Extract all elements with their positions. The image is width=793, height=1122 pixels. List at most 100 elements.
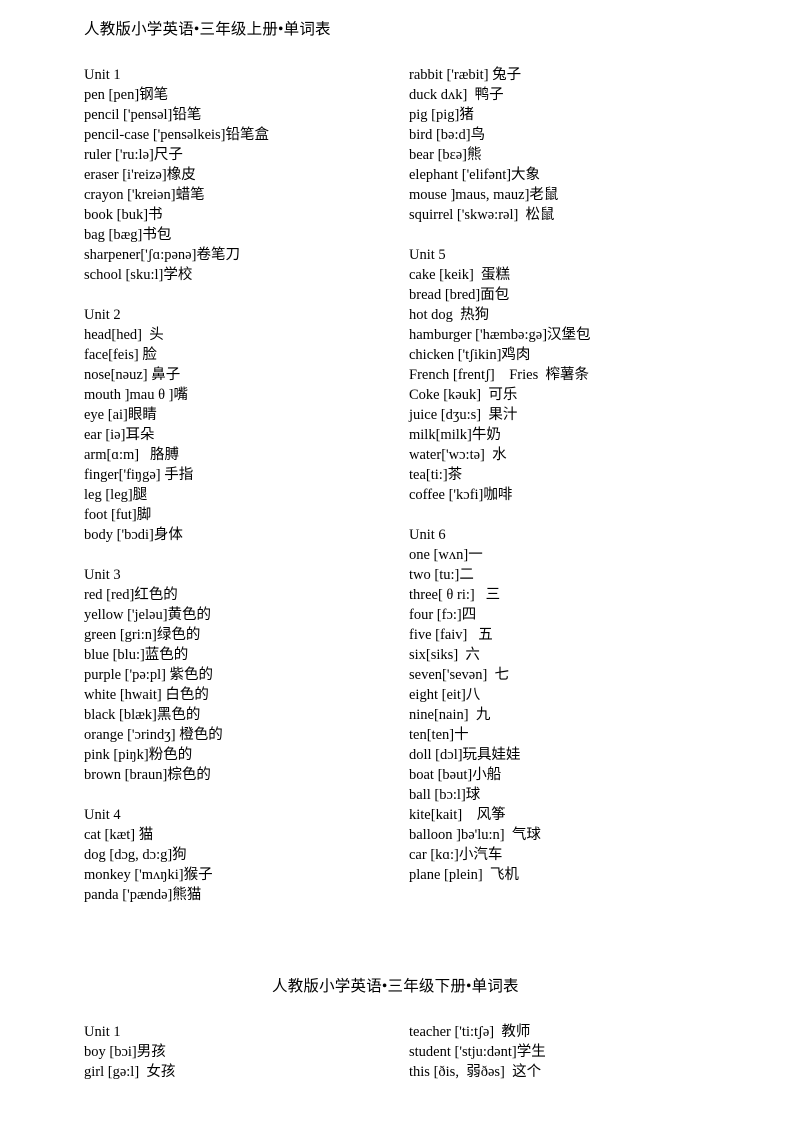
vocabulary-entry: finger['fiŋgə] 手指 — [84, 467, 194, 483]
vocabulary-entry: ball [bɔ:l]球 — [409, 787, 481, 803]
unit-separator — [84, 545, 414, 565]
vocabulary-entry: bread [bred]面包 — [409, 287, 510, 303]
vocabulary-entry: mouth ]mau θ ]嘴 — [84, 387, 188, 403]
vocabulary-entry: squirrel ['skwə:rəl] 松鼠 — [409, 207, 555, 223]
vocabulary-entry: white [hwait] 白色的 — [84, 687, 209, 703]
vocabulary-entry: bear [bɛə]熊 — [409, 147, 482, 163]
vocabulary-entry: elephant ['elifənt]大象 — [409, 167, 541, 183]
vocabulary-entry: pig [pig]猪 — [409, 107, 474, 123]
unit-heading: Unit 4 — [84, 807, 121, 823]
page-title-book-1: 人教版小学英语•三年级上册•单词表 — [84, 21, 331, 38]
vocabulary-entry: green [gri:n]绿色的 — [84, 627, 201, 643]
vocabulary-entry: sharpener['ʃɑ:pənə]卷笔刀 — [84, 247, 240, 263]
unit-heading: Unit 2 — [84, 307, 121, 323]
vocabulary-entry: French [frentʃ] Fries 榨薯条 — [409, 367, 589, 383]
unit-block: rabbit ['ræbit] 兔子 duck dʌk] 鸭子 pig [pig]猪… — [409, 65, 739, 225]
vocabulary-entry: three[ θ ri:] 三 — [409, 587, 501, 603]
vocabulary-entry: pencil-case ['pensəlkeis]铅笔盒 — [84, 127, 270, 143]
vocabulary-entry: hot dog 热狗 — [409, 307, 490, 323]
vocabulary-entry: dog [dɔg, dɔ:g]狗 — [84, 847, 187, 863]
vocabulary-entry: teacher ['ti:tʃə] 教师 — [409, 1024, 531, 1040]
vocabulary-entry: milk[milk]牛奶 — [409, 427, 501, 443]
vocabulary-entry: plane [plein] 飞机 — [409, 867, 519, 883]
vocabulary-entry: bird [bə:d]鸟 — [409, 127, 486, 143]
unit-heading: Unit 3 — [84, 567, 121, 583]
section-1-right-column: rabbit ['ræbit] 兔子 duck dʌk] 鸭子 pig [pig]猪… — [409, 65, 739, 885]
unit-separator — [84, 285, 414, 305]
unit-block: Unit 1 boy [bɔi]男孩 girl [gə:l] 女孩 — [84, 1022, 414, 1082]
vocabulary-entry: water['wɔ:tə] 水 — [409, 447, 507, 463]
vocabulary-entry: rabbit ['ræbit] 兔子 — [409, 67, 522, 83]
vocabulary-entry: this [ðis, 弱ðəs] 这个 — [409, 1064, 542, 1080]
vocabulary-entry: eye [ai]眼睛 — [84, 407, 157, 423]
vocabulary-entry: boy [bɔi]男孩 — [84, 1044, 166, 1060]
vocabulary-entry: balloon ]bə'lu:n] 气球 — [409, 827, 541, 843]
word-list-page: 人教版小学英语•三年级上册•单词表 Unit 1 pen [pen]钢笔 penci… — [0, 0, 793, 1122]
vocabulary-entry: chicken ['tʃikin]鸡肉 — [409, 347, 531, 363]
vocabulary-entry: doll [dɔl]玩具娃娃 — [409, 747, 521, 763]
vocabulary-entry: leg [leg]腿 — [84, 487, 148, 503]
vocabulary-entry: arm[ɑ:m] 胳膊 — [84, 447, 179, 463]
unit-separator — [409, 505, 739, 525]
vocabulary-entry: panda ['pændə]熊猫 — [84, 887, 202, 903]
vocabulary-entry: tea[ti:]茶 — [409, 467, 463, 483]
vocabulary-entry: pencil ['pensəl]铅笔 — [84, 107, 202, 123]
vocabulary-entry: head[hed] 头 — [84, 327, 164, 343]
vocabulary-entry: student ['stju:dənt]学生 — [409, 1044, 546, 1060]
vocabulary-entry: four [fɔ:]四 — [409, 607, 477, 623]
vocabulary-entry: cat [kæt] 猫 — [84, 827, 154, 843]
vocabulary-entry: two [tu:]二 — [409, 567, 474, 583]
vocabulary-entry: school [sku:l]学校 — [84, 267, 193, 283]
vocabulary-entry: yellow ['jeləu]黄色的 — [84, 607, 212, 623]
vocabulary-entry: bag [bæg]书包 — [84, 227, 172, 243]
vocabulary-entry: nine[nain] 九 — [409, 707, 491, 723]
unit-separator — [409, 225, 739, 245]
vocabulary-entry: book [buk]书 — [84, 207, 163, 223]
vocabulary-entry: brown [braun]棕色的 — [84, 767, 211, 783]
section-2-left-column: Unit 1 boy [bɔi]男孩 girl [gə:l] 女孩 — [84, 1022, 414, 1082]
unit-block: Unit 1 pen [pen]钢笔 pencil ['pensəl]铅笔 penci… — [84, 65, 414, 285]
vocabulary-entry: nose[nəuz] 鼻子 — [84, 367, 181, 383]
vocabulary-entry: juice [dʒu:s] 果汁 — [409, 407, 518, 423]
vocabulary-entry: seven['sevən] 七 — [409, 667, 510, 683]
vocabulary-entry: pink [piŋk]粉色的 — [84, 747, 193, 763]
vocabulary-entry: crayon ['kreiən]蜡笔 — [84, 187, 205, 203]
vocabulary-entry: monkey ['mʌŋki]猴子 — [84, 867, 213, 883]
vocabulary-entry: body ['bɔdi]身体 — [84, 527, 183, 543]
vocabulary-entry: coffee ['kɔfi]咖啡 — [409, 487, 513, 503]
vocabulary-entry: orange ['ɔrindʒ] 橙色的 — [84, 727, 223, 743]
unit-heading: Unit 1 — [84, 67, 121, 83]
vocabulary-entry: ear [iə]耳朵 — [84, 427, 155, 443]
unit-block: teacher ['ti:tʃə] 教师 student ['stju:dənt]… — [409, 1022, 739, 1082]
vocabulary-entry: hamburger ['hæmbə:gə]汉堡包 — [409, 327, 591, 343]
unit-heading: Unit 1 — [84, 1024, 121, 1040]
vocabulary-entry: purple ['pə:pl] 紫色的 — [84, 667, 214, 683]
vocabulary-entry: foot [fut]脚 — [84, 507, 152, 523]
vocabulary-entry: pen [pen]钢笔 — [84, 87, 169, 103]
section-2-right-column: teacher ['ti:tʃə] 教师 student ['stju:dənt]… — [409, 1022, 739, 1082]
page-title-book-2: 人教版小学英语•三年级下册•单词表 — [272, 978, 519, 995]
vocabulary-entry: five [faiv] 五 — [409, 627, 493, 643]
vocabulary-entry: face[feis] 脸 — [84, 347, 157, 363]
vocabulary-entry: Coke [kəuk] 可乐 — [409, 387, 518, 403]
vocabulary-entry: car [kɑ:]小汽车 — [409, 847, 503, 863]
vocabulary-entry: girl [gə:l] 女孩 — [84, 1064, 176, 1080]
vocabulary-entry: blue [blu:]蓝色的 — [84, 647, 189, 663]
unit-block: Unit 3 red [red]红色的 yellow ['jeləu]黄色的 gree… — [84, 565, 414, 785]
vocabulary-entry: mouse ]maus, mauz]老鼠 — [409, 187, 559, 203]
vocabulary-entry: black [blæk]黑色的 — [84, 707, 201, 723]
unit-heading: Unit 5 — [409, 247, 446, 263]
unit-block: Unit 4 cat [kæt] 猫 dog [dɔg, dɔ:g]狗 monkey … — [84, 805, 414, 905]
vocabulary-entry: ruler ['ru:lə]尺子 — [84, 147, 183, 163]
vocabulary-entry: kite[kait] 风筝 — [409, 807, 506, 823]
vocabulary-entry: duck dʌk] 鸭子 — [409, 87, 504, 103]
vocabulary-entry: eight [eit]八 — [409, 687, 481, 703]
vocabulary-entry: ten[ten]十 — [409, 727, 469, 743]
vocabulary-entry: six[siks] 六 — [409, 647, 480, 663]
vocabulary-entry: eraser [i'reizə]橡皮 — [84, 167, 196, 183]
unit-block: Unit 5 cake [keik] 蛋糕 bread [bred]面包 hot do… — [409, 245, 739, 505]
vocabulary-entry: red [red]红色的 — [84, 587, 178, 603]
unit-heading: Unit 6 — [409, 527, 446, 543]
vocabulary-entry: boat [bəut]小船 — [409, 767, 502, 783]
vocabulary-entry: one [wʌn]一 — [409, 547, 483, 563]
